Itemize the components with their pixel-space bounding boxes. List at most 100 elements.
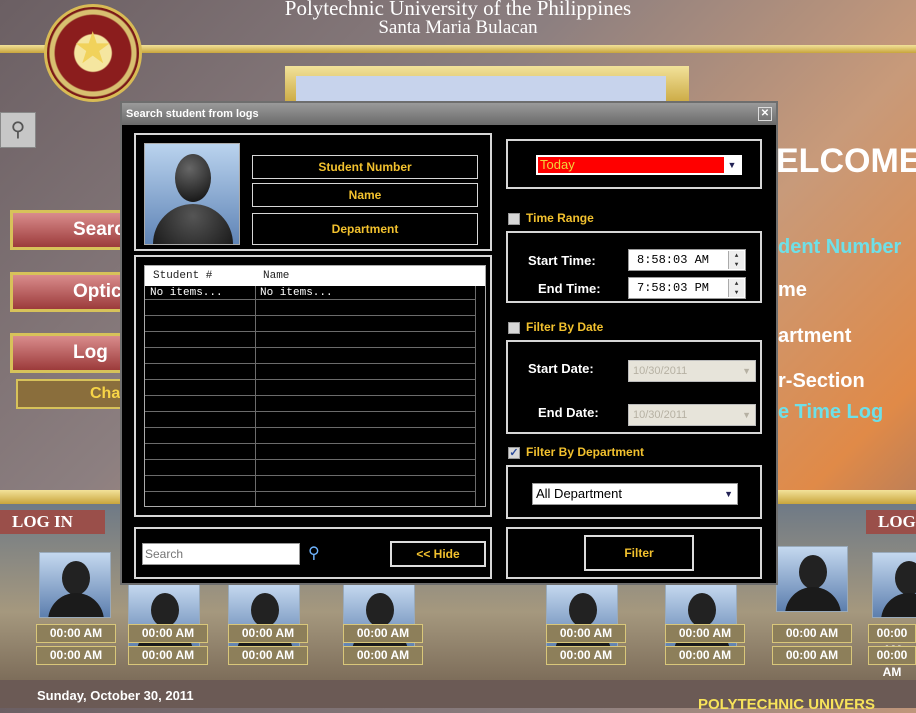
time-in-label: 00:00 AM [343,624,423,643]
student-number-label: Student Number [252,155,478,179]
chevron-down-icon[interactable]: ▼ [742,361,751,381]
binoculars-icon[interactable]: ⚲ [0,112,36,148]
name-label: Name [252,183,478,207]
close-icon[interactable]: ✕ [758,107,772,121]
filter-by-department-checkbox[interactable]: ✓ [508,447,520,459]
empty-row [145,350,475,364]
time-out-label: 00:00 AM [546,646,626,665]
info-student-number: dent Number [778,236,902,258]
filter-by-department-label: Filter By Department [526,445,645,459]
logout-side-button[interactable]: Log o [10,333,125,397]
time-range-checkbox[interactable] [508,213,520,225]
hide-button[interactable]: << Hide [390,541,486,567]
column-header-student-number[interactable]: Student # [153,270,212,282]
search-input[interactable] [142,543,300,565]
department-panel: All Department ▼ [506,465,762,519]
time-out-label: 00:00 AM [228,646,308,665]
time-out-label: 00:00 AM [665,646,745,665]
time-out-label: 00:00 AM [36,646,116,665]
login-tab-left: LOG IN [0,510,105,534]
info-department: artment [778,325,852,347]
column-divider [255,286,256,506]
student-photo [144,143,240,245]
options-side-button[interactable]: Optic [10,272,125,312]
department-select[interactable]: All Department ▼ [532,483,738,505]
log-slot [39,552,111,618]
table-row[interactable]: No items... No items... [145,286,475,300]
student-info-panel: Student Number Name Department [134,133,492,251]
empty-row [145,366,475,380]
time-in-label: 00:00 AM [546,624,626,643]
end-time-value: 7:58:03 PM [637,281,710,295]
results-panel: Student # Name No items... No items... [134,255,492,517]
period-select-value: Today [540,157,575,172]
empty-row [145,382,475,396]
log-slot [872,552,916,618]
dialog-title: Search student from logs [126,108,259,120]
current-date: Sunday, October 30, 2011 [37,688,194,703]
empty-row [145,318,475,332]
start-time-value: 8:58:03 AM [637,253,710,267]
chevron-down-icon[interactable]: ▼ [724,484,733,504]
empty-row [145,462,475,476]
center-photo-frame [296,76,666,102]
time-in-label: 00:00 AM [36,624,116,643]
search-panel: ⚲ << Hide [134,527,492,579]
dialog-title-bar: Search student from logs ✕ [122,103,776,125]
chevron-down-icon[interactable]: ▼ [724,157,740,173]
filter-by-date-checkbox[interactable] [508,322,520,334]
end-date-value: 10/30/2011 [633,409,688,421]
empty-row [145,430,475,444]
end-time-field[interactable]: 7:58:03 PM ▲ ▼ [628,277,746,299]
empty-row [145,478,475,492]
footer-text: POLYTECHNIC UNIVERS [698,696,875,713]
filter-by-date-label: Filter By Date [526,320,604,334]
time-in-label: 00:00 AM [868,624,916,657]
chat-button[interactable]: Chat [16,379,126,409]
empty-row [145,414,475,428]
time-out-label: 00:00 AM [128,646,208,665]
time-range-label: Time Range [526,211,594,225]
column-divider [475,286,476,506]
cell-student-number: No items... [150,287,223,299]
column-header-name[interactable]: Name [263,270,289,282]
time-in-label: 00:00 AM [772,624,852,643]
start-date-field[interactable]: 10/30/2011 ▼ [628,360,756,382]
empty-row [145,302,475,316]
start-time-field[interactable]: 8:58:03 AM ▲ ▼ [628,249,746,271]
end-time-spinner[interactable]: ▲ ▼ [728,279,744,297]
end-date-field[interactable]: 10/30/2011 ▼ [628,404,756,426]
search-icon[interactable]: ⚲ [308,543,328,563]
empty-row [145,398,475,412]
start-time-spinner[interactable]: ▲ ▼ [728,251,744,269]
filter-panel: Filter [506,527,762,579]
welcome-heading: ELCOME [776,142,916,180]
filter-button[interactable]: Filter [584,535,694,571]
time-in-label: 00:00 AM [128,624,208,643]
time-in-label: 00:00 AM [665,624,745,643]
search-logs-dialog: Search student from logs ✕ Student Numbe… [120,101,778,585]
avatar [776,546,848,612]
results-list[interactable]: Student # Name No items... No items... [144,265,486,507]
start-date-value: 10/30/2011 [633,365,688,377]
empty-row [145,334,475,348]
search-side-button[interactable]: Searc [10,210,125,250]
time-out-label: 00:00 AM [772,646,852,665]
time-out-label: 00:00 AM [868,646,916,679]
end-date-label: End Date: [538,405,599,420]
time-in-label: 00:00 AM [228,624,308,643]
start-date-label: Start Date: [528,361,594,376]
department-label: Department [252,213,478,245]
period-panel: Today ▼ [506,139,762,189]
chevron-down-icon[interactable]: ▼ [742,405,751,425]
info-section: r-Section [778,370,865,392]
university-seal-icon: ★ [44,4,142,102]
list-header: Student # Name [145,266,485,286]
info-time-log: e Time Log [778,401,884,423]
time-range-panel: Start Time: 8:58:03 AM ▲ ▼ End Time: 7:58… [506,231,762,303]
empty-row [145,446,475,460]
period-select[interactable]: Today ▼ [536,155,742,175]
log-slot [776,546,848,612]
avatar [39,552,111,618]
department-select-value: All Department [536,486,622,501]
